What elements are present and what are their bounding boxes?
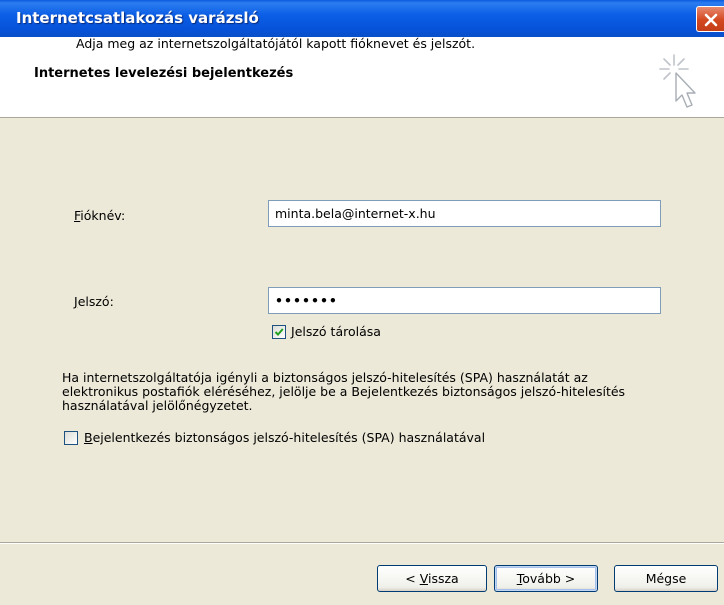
account-name-label: Fióknév: bbox=[74, 208, 126, 223]
spa-info-text: Ha internetszolgáltatója igényli a bizto… bbox=[62, 370, 626, 413]
password-input[interactable]: ••••••• bbox=[268, 287, 661, 314]
cancel-button[interactable]: Mégse bbox=[614, 565, 718, 592]
instruction-text: Adja meg az internetszolgáltatójától kap… bbox=[76, 36, 476, 51]
footer-divider bbox=[0, 542, 724, 544]
spa-login-checkbox[interactable] bbox=[64, 431, 78, 445]
title-bar: Internetcsatlakozás varázsló bbox=[0, 0, 724, 37]
spa-login-label[interactable]: Bejelentkezés biztonságos jelszó-hiteles… bbox=[84, 430, 485, 445]
close-icon bbox=[704, 13, 718, 27]
window-title: Internetcsatlakozás varázsló bbox=[16, 9, 259, 27]
wizard-cursor-sparkle-icon bbox=[659, 54, 696, 108]
next-button[interactable]: Tovább > bbox=[494, 565, 598, 592]
account-name-input[interactable]: minta.bela@internet-x.hu bbox=[268, 200, 661, 227]
checkmark-icon bbox=[274, 328, 284, 336]
remember-password-checkbox[interactable] bbox=[272, 325, 286, 339]
page-heading: Internetes levelezési bejelentkezés bbox=[34, 66, 294, 81]
remember-password-label[interactable]: Jelszó tárolása bbox=[291, 324, 381, 339]
back-button[interactable]: < Vissza bbox=[377, 565, 487, 592]
close-button[interactable] bbox=[696, 6, 724, 32]
password-label: Jelszó: bbox=[74, 294, 114, 309]
